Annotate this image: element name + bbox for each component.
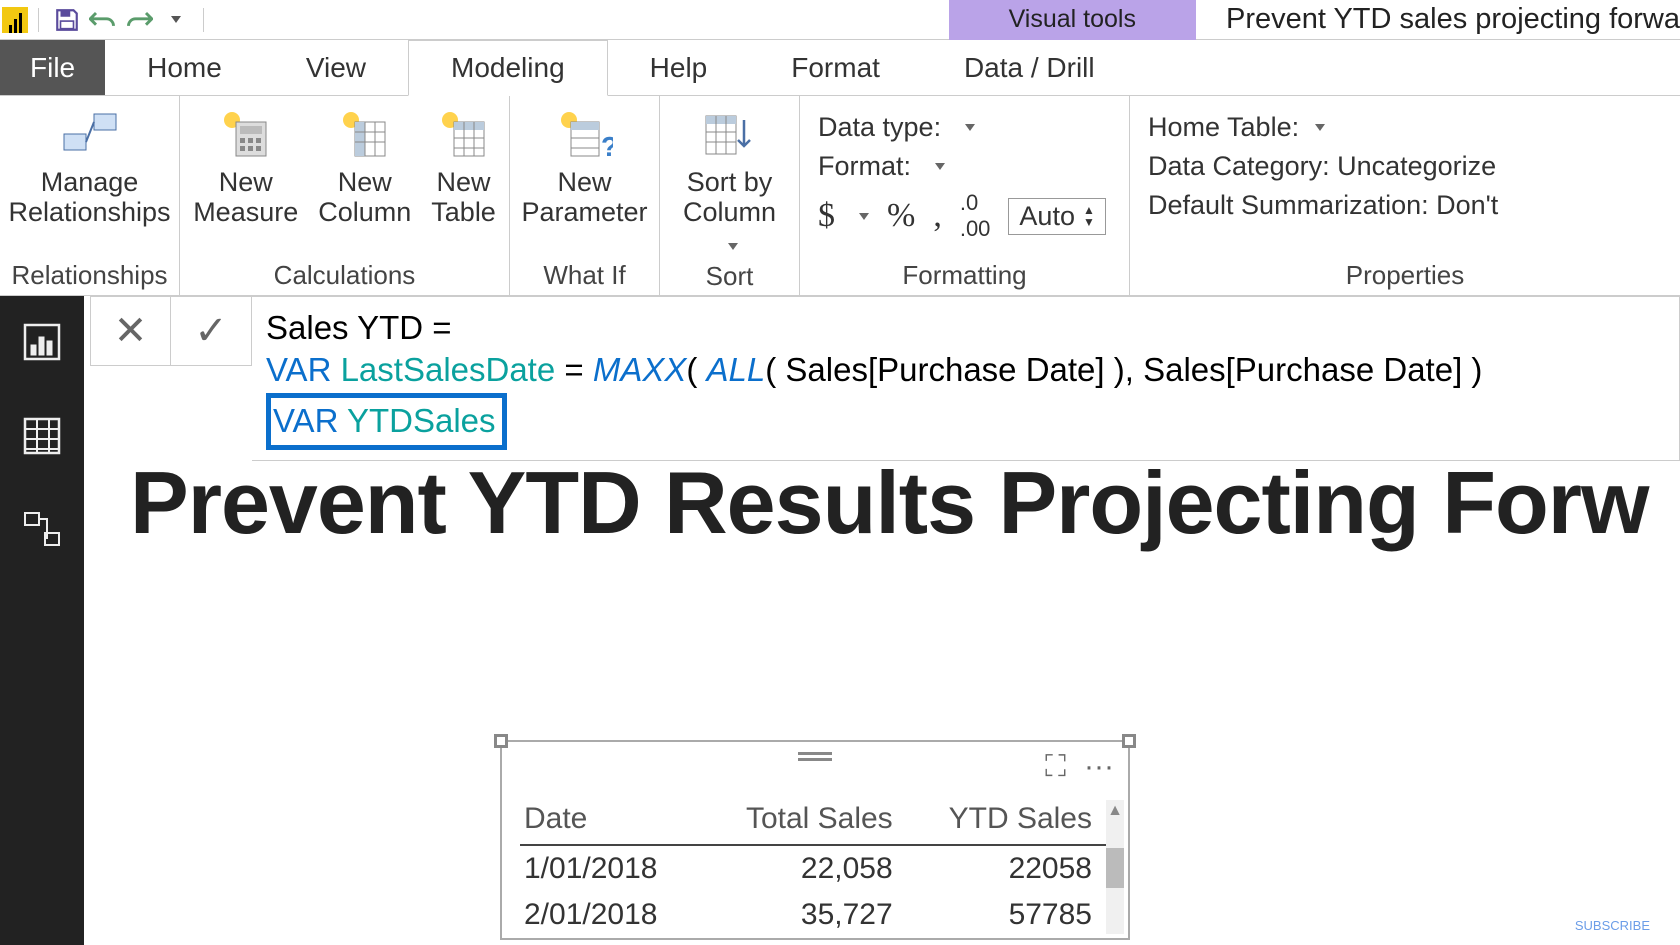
contextual-tab-visual-tools: Visual tools xyxy=(949,0,1196,40)
percent-button[interactable]: % xyxy=(887,197,915,235)
save-button[interactable] xyxy=(49,2,85,38)
table-row[interactable]: 1/01/2018 22,058 22058 xyxy=(520,845,1110,892)
group-relationships-label: Relationships xyxy=(0,256,179,295)
undo-button[interactable] xyxy=(85,2,121,38)
report-view-button[interactable] xyxy=(18,318,66,366)
new-parameter-button[interactable]: ? New Parameter xyxy=(521,104,647,227)
tab-modeling[interactable]: Modeling xyxy=(408,40,608,96)
scroll-thumb[interactable] xyxy=(1106,848,1124,888)
tab-help[interactable]: Help xyxy=(608,40,750,95)
tab-view[interactable]: View xyxy=(264,40,408,95)
more-options-icon[interactable]: ··· xyxy=(1084,750,1114,784)
new-column-icon xyxy=(335,104,395,164)
decimal-button[interactable]: .0.00 xyxy=(960,190,991,242)
tab-format[interactable]: Format xyxy=(749,40,922,95)
data-table: Date Total Sales YTD Sales 1/01/2018 22,… xyxy=(520,796,1110,938)
vertical-scrollbar[interactable]: ▲ xyxy=(1106,800,1124,934)
svg-text:?: ? xyxy=(601,131,613,160)
resize-handle-tl[interactable] xyxy=(494,734,508,748)
currency-button[interactable]: $ xyxy=(818,197,835,235)
group-properties-label: Properties xyxy=(1130,256,1680,295)
table-row[interactable]: 2/01/2018 35,727 57785 xyxy=(520,892,1110,938)
sort-by-column-button[interactable]: Sort by Column xyxy=(678,104,781,257)
model-view-button[interactable] xyxy=(18,506,66,554)
ribbon: Manage Relationships Relationships New M… xyxy=(0,96,1680,296)
qat-customize-button[interactable] xyxy=(157,2,193,38)
separator xyxy=(38,8,39,32)
data-category-dropdown[interactable]: Data Category: Uncategorize xyxy=(1148,151,1662,182)
table-visual[interactable]: ⛶ ··· Date Total Sales YTD Sales 1/01/20… xyxy=(500,740,1130,940)
resize-handle-tr[interactable] xyxy=(1122,734,1136,748)
new-table-label: New Table xyxy=(431,168,496,227)
drag-handle-icon[interactable] xyxy=(798,752,832,762)
manage-relationships-button[interactable]: Manage Relationships xyxy=(8,104,170,227)
data-view-button[interactable] xyxy=(18,412,66,460)
focus-mode-icon[interactable]: ⛶ xyxy=(1045,750,1066,784)
formula-commit-button[interactable]: ✓ xyxy=(171,297,251,365)
page-title: Prevent YTD Results Projecting Forw xyxy=(130,452,1680,554)
new-parameter-label: New Parameter xyxy=(521,168,647,227)
relationships-icon xyxy=(60,104,120,164)
col-date[interactable]: Date xyxy=(520,796,707,845)
view-switcher xyxy=(0,296,84,945)
new-parameter-icon: ? xyxy=(555,104,615,164)
sort-by-column-label: Sort by Column xyxy=(678,168,781,257)
new-column-button[interactable]: New Column xyxy=(318,104,411,227)
group-formatting-label: Formatting xyxy=(800,256,1129,295)
format-dropdown[interactable]: Format: xyxy=(818,151,1111,182)
scroll-up-icon[interactable]: ▲ xyxy=(1106,800,1124,822)
manage-relationships-label: Manage Relationships xyxy=(8,168,170,227)
title-bar: Visual tools Prevent YTD sales projectin… xyxy=(0,0,1680,40)
new-column-label: New Column xyxy=(318,168,411,227)
watermark: SUBSCRIBE xyxy=(1575,918,1650,933)
app-logo-icon xyxy=(2,7,28,33)
col-ytd-sales[interactable]: YTD Sales xyxy=(911,796,1110,845)
separator xyxy=(203,8,204,32)
redo-button[interactable] xyxy=(121,2,157,38)
sort-icon xyxy=(700,104,760,164)
new-table-icon xyxy=(434,104,494,164)
data-type-dropdown[interactable]: Data type: xyxy=(818,112,1111,143)
ribbon-tabs: File Home View Modeling Help Format Data… xyxy=(0,40,1680,96)
tab-home[interactable]: Home xyxy=(105,40,264,95)
decimal-places-stepper[interactable]: Auto ▲▼ xyxy=(1008,198,1105,235)
col-total-sales[interactable]: Total Sales xyxy=(707,796,910,845)
new-measure-button[interactable]: New Measure xyxy=(193,104,298,227)
default-summarization-dropdown[interactable]: Default Summarization: Don't xyxy=(1148,190,1662,221)
home-table-dropdown[interactable]: Home Table: xyxy=(1148,112,1662,143)
group-sort-label: Sort xyxy=(660,257,799,296)
new-measure-label: New Measure xyxy=(193,168,298,227)
thousands-button[interactable]: , xyxy=(933,197,942,235)
group-whatif-label: What If xyxy=(510,256,659,295)
window-title: Prevent YTD sales projecting forwa xyxy=(1226,3,1680,36)
new-table-button[interactable]: New Table xyxy=(431,104,496,227)
tab-data-drill[interactable]: Data / Drill xyxy=(922,40,1137,95)
new-measure-icon xyxy=(216,104,276,164)
group-calculations-label: Calculations xyxy=(180,256,509,295)
formula-cancel-button[interactable]: ✕ xyxy=(91,297,171,365)
tab-file[interactable]: File xyxy=(0,40,105,95)
